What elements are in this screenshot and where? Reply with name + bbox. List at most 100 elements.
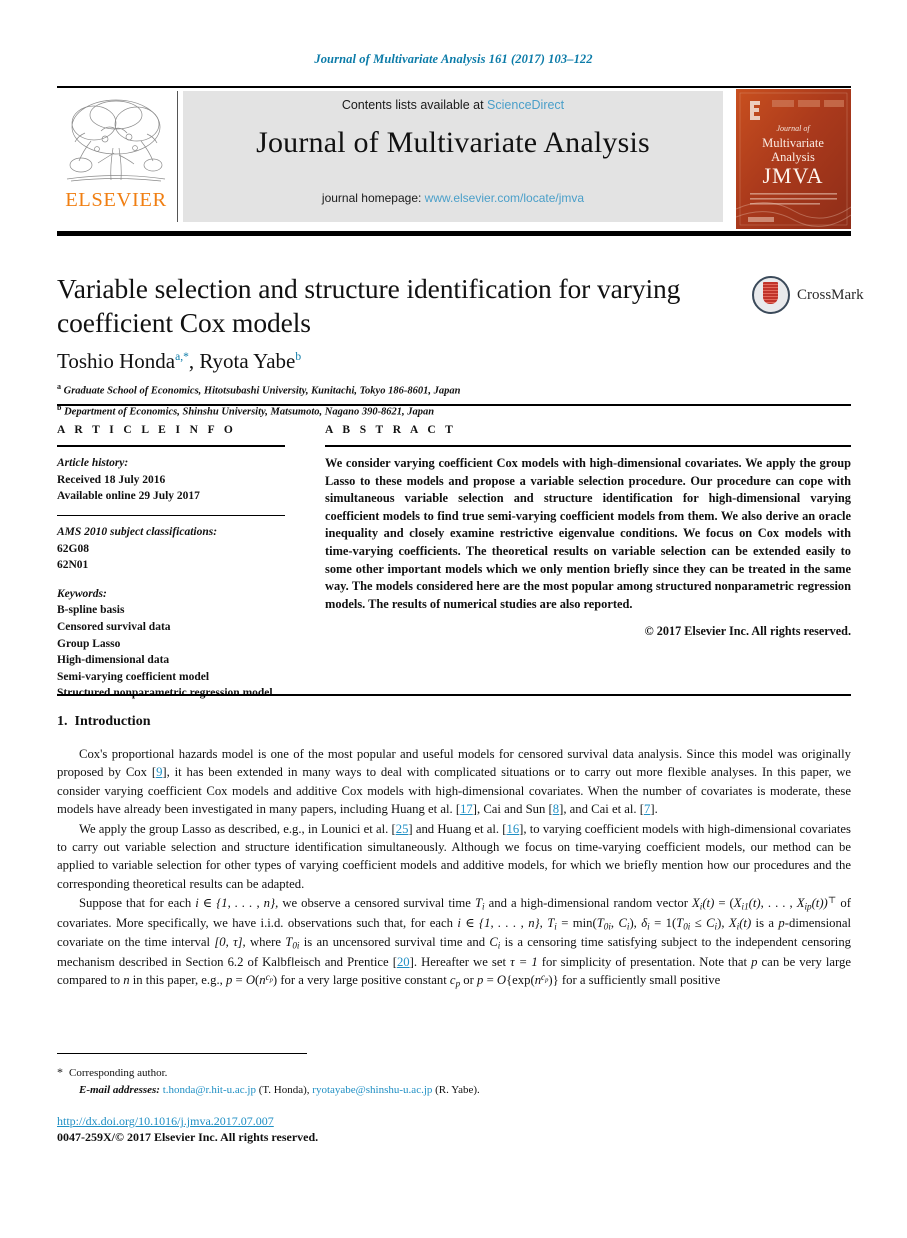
- paragraph-text: in this paper, e.g.,: [129, 973, 226, 988]
- paragraph-1: Cox's proportional hazards model is one …: [57, 745, 851, 819]
- article-history-label: Article history:: [57, 457, 129, 469]
- affiliation-text: Department of Economics, Shinshu Univers…: [64, 406, 435, 417]
- keywords: Keywords: B-spline basis Censored surviv…: [57, 586, 285, 702]
- math-i-in-set: i ∈ {1, . . . , n},: [195, 896, 279, 911]
- paragraph-text: ] and Huang et al. [: [408, 821, 507, 836]
- svg-text:Analysis: Analysis: [771, 150, 815, 164]
- article-info-rule: [57, 445, 285, 447]
- homepage-prefix: journal homepage:: [321, 191, 422, 205]
- svg-text:Multivariate: Multivariate: [762, 136, 824, 150]
- paragraph-text: ], Cai and Sun [: [472, 802, 553, 817]
- citation-link[interactable]: 17: [460, 802, 473, 816]
- masthead-top-rule: [57, 86, 851, 88]
- affiliation-a: a Graduate School of Economics, Hitotsub…: [57, 381, 757, 399]
- elsevier-tree-icon: [66, 99, 166, 182]
- paragraph-2: We apply the group Lasso as described, e…: [57, 820, 851, 894]
- svg-text:Journal of: Journal of: [776, 124, 811, 133]
- citation-link[interactable]: 25: [396, 822, 409, 836]
- paragraph-3: Suppose that for each i ∈ {1, . . . , n}…: [57, 895, 852, 989]
- math-Ti: T: [474, 896, 483, 911]
- elsevier-wordmark: ELSEVIER: [65, 189, 167, 211]
- masthead-bottom-rule: [57, 231, 851, 236]
- asterisk-icon: *: [57, 1065, 63, 1079]
- affiliation-mark: a: [57, 382, 61, 392]
- article-body: 1. Introduction Cox's proportional hazard…: [57, 714, 851, 991]
- contents-available-line: Contents lists available at ScienceDirec…: [183, 98, 723, 112]
- paragraph-text: We apply the group Lasso as described, e…: [79, 821, 396, 836]
- paragraph-text: is an uncensored survival time and: [299, 935, 490, 950]
- paragraph-text: ]. Hereafter we set: [409, 954, 511, 969]
- math-interval: [0, τ],: [214, 935, 246, 950]
- paper-page: Journal of Multivariate Analysis 161 (20…: [0, 0, 907, 1238]
- email-addresses-note: E-mail addresses: t.honda@r.hit-u.ac.jp …: [79, 1082, 757, 1099]
- abstract-bottom-rule: [57, 694, 851, 696]
- keyword-item: Semi-varying coefficient model: [57, 670, 210, 683]
- masthead-divider: [177, 91, 178, 222]
- author-marks[interactable]: a,*: [175, 351, 189, 363]
- keyword-item: B-spline basis: [57, 604, 125, 617]
- email-owner-yabe: (R. Yabe).: [435, 1083, 480, 1096]
- paragraph-text: for simplicity of presentation. Note tha…: [537, 954, 752, 969]
- abstract-copyright: © 2017 Elsevier Inc. All rights reserved…: [644, 624, 851, 639]
- article-info-column: A R T I C L E I N F O Article history: R…: [57, 424, 285, 702]
- paragraph-text: for a sufficiently small positive: [558, 973, 721, 988]
- journal-cover-art: Journal of Multivariate Analysis JMVA: [736, 89, 851, 229]
- section-heading-introduction: 1. Introduction: [57, 714, 851, 730]
- article-title-block: Variable selection and structure identif…: [57, 272, 757, 420]
- page-title: Variable selection and structure identif…: [57, 273, 681, 338]
- crossmark-label: CrossMark: [797, 287, 864, 303]
- msc-code: 62N01: [57, 559, 89, 572]
- email-addresses-label: E-mail addresses:: [79, 1083, 160, 1096]
- paragraph-text: for a very large positive constant: [277, 973, 450, 988]
- issn-copyright-line: 0047-259X/© 2017 Elsevier Inc. All right…: [57, 1130, 319, 1144]
- abstract-rule: [325, 445, 851, 447]
- article-history: Article history: Received 18 July 2016 A…: [57, 455, 285, 505]
- citation-link[interactable]: 16: [506, 822, 519, 836]
- corresponding-author-note: * Corresponding author.: [57, 1063, 757, 1082]
- footnote-rule: [57, 1053, 307, 1055]
- journal-homepage-line: journal homepage: www.elsevier.com/locat…: [183, 191, 723, 205]
- doi-link[interactable]: http://dx.doi.org/10.1016/j.jmva.2017.07…: [57, 1114, 274, 1129]
- paragraph-text: or: [460, 973, 478, 988]
- paragraph-text: and a high-dimensional random vector: [484, 896, 693, 911]
- author-marks[interactable]: b: [295, 351, 301, 363]
- math-Ci: C: [489, 935, 498, 950]
- footnotes: * Corresponding author. E-mail addresses:…: [57, 1063, 757, 1098]
- email-link-yabe[interactable]: ryotayabe@shinshu-u.ac.jp: [312, 1084, 432, 1096]
- journal-title: Journal of Multivariate Analysis: [256, 126, 650, 159]
- subject-classifications: AMS 2010 subject classifications: 62G08 …: [57, 524, 285, 574]
- email-link-honda[interactable]: t.honda@r.hit-u.ac.jp: [163, 1084, 256, 1096]
- keyword-item: High-dimensional data: [57, 654, 170, 667]
- paragraph-text: where: [245, 935, 286, 950]
- msc-label: AMS 2010 subject classifications:: [57, 526, 218, 539]
- section-title: Introduction: [74, 714, 151, 729]
- paragraph-text: is a: [751, 915, 779, 930]
- elsevier-logo: ELSEVIER: [57, 91, 175, 222]
- history-received: Received 18 July 2016: [57, 473, 166, 486]
- math-Xi: X: [692, 896, 700, 911]
- journal-homepage-link[interactable]: www.elsevier.com/locate/jmva: [425, 191, 584, 205]
- sciencedirect-link[interactable]: ScienceDirect: [487, 98, 564, 112]
- section-number: 1.: [57, 714, 68, 729]
- keyword-item: Censored survival data: [57, 620, 171, 633]
- abstract-heading: A B S T R A C T: [325, 424, 457, 436]
- contents-prefix: Contents lists available at: [341, 98, 484, 112]
- running-head: Journal of Multivariate Analysis 161 (20…: [314, 52, 593, 66]
- abstract-column: A B S T R A C T We consider varying coef…: [325, 424, 851, 639]
- author-name: Ryota Yabe: [199, 349, 296, 374]
- paragraph-text: ].: [650, 802, 658, 817]
- paragraph-text: we observe a censored survival time: [278, 896, 475, 911]
- crossmark-badge[interactable]: CrossMark: [752, 276, 864, 316]
- paragraph-text: Suppose that for each: [79, 896, 196, 911]
- paragraph-text: ], and Cai et al. [: [559, 802, 644, 817]
- paragraph-text: ], it has been extended in many ways to …: [57, 765, 852, 817]
- citation-link[interactable]: 20: [397, 955, 410, 969]
- author-list: Toshio Hondaa,*, Ryota Yabeb: [57, 349, 302, 374]
- crossmark-book-icon: [763, 282, 778, 304]
- article-info-heading: A R T I C L E I N F O: [57, 424, 237, 436]
- svg-text:JMVA: JMVA: [762, 163, 823, 188]
- math-i-in-set: i ∈ {1, . . . , n},: [457, 915, 543, 930]
- email-owner-honda: (T. Honda),: [258, 1083, 310, 1096]
- affiliation-text: Graduate School of Economics, Hitotsubas…: [63, 385, 461, 397]
